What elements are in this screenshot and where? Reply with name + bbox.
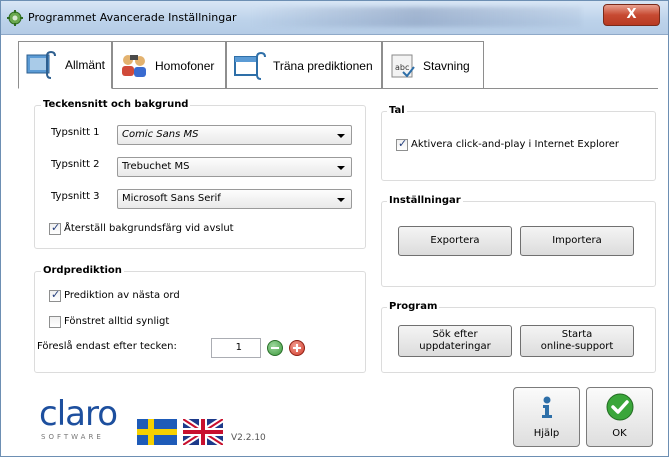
help-label: Hjälp [533, 428, 560, 439]
program-group-title: Program [387, 301, 440, 312]
claro-logo-sub: SOFTWARE [41, 433, 104, 441]
click-play-checkbox[interactable] [396, 137, 408, 151]
window-title: Programmet Avancerade Inställningar [28, 11, 237, 24]
click-play-label: Aktivera click-and-play i Internet Explo… [411, 139, 620, 150]
online-support-line1: Starta [561, 329, 593, 340]
help-button[interactable]: Hjälp [513, 387, 580, 447]
online-support-line2: online-support [540, 341, 614, 352]
svg-text:abc: abc [395, 63, 409, 72]
next-word-label: Prediktion av nästa ord [64, 290, 180, 301]
decrease-button[interactable] [267, 340, 283, 356]
next-word-checkbox[interactable] [49, 288, 61, 302]
swedish-flag-icon[interactable] [137, 419, 177, 445]
close-button[interactable]: X [603, 4, 660, 26]
reset-bg-label: Återställ bakgrundsfärg vid avslut [64, 223, 234, 234]
title-bar: Programmet Avancerade Inställningar X [1, 1, 668, 35]
checkmark-icon [606, 393, 634, 421]
suggest-after-input[interactable]: 1 [211, 338, 261, 358]
claro-logo: claro [39, 394, 118, 434]
font3-select[interactable]: Microsoft Sans Serif [117, 189, 352, 209]
settings-group-title: Inställningar [387, 195, 463, 206]
tal-group-title: Tal [387, 105, 407, 116]
check-updates-line1: Sök efter [432, 329, 478, 340]
export-button[interactable]: Exportera [398, 226, 512, 256]
tab-trana-prediktionen[interactable]: Träna prediktionen [226, 41, 382, 89]
minus-icon [271, 347, 279, 349]
check-updates-button[interactable]: Sök efter uppdateringar [398, 325, 512, 357]
chevron-down-icon [337, 198, 345, 202]
tab-label: Allmänt [65, 58, 106, 72]
app-gear-icon [7, 10, 23, 26]
prediction-group-title: Ordprediktion [41, 265, 124, 276]
always-visible-label: Fönstret alltid synligt [64, 316, 170, 327]
uk-flag-icon[interactable] [183, 419, 223, 445]
tab-label: Stavning [423, 58, 470, 73]
window-train-icon [234, 51, 266, 80]
tab-homofoner[interactable]: Homofoner [112, 41, 226, 89]
tab-label: Träna prediktionen [273, 58, 373, 73]
version-label: V2.2.10 [231, 433, 266, 443]
settings-window: Programmet Avancerade Inställningar X Al… [0, 0, 669, 457]
font1-value: Comic Sans MS [122, 129, 199, 140]
check-updates-line2: uppdateringar [419, 341, 491, 352]
font3-value: Microsoft Sans Serif [122, 193, 221, 204]
font3-label: Typsnitt 3 [51, 191, 100, 202]
online-support-button[interactable]: Starta online-support [520, 325, 634, 357]
always-visible-checkbox[interactable] [49, 316, 61, 328]
people-icon [122, 54, 146, 77]
settings-monitor-icon [26, 51, 56, 79]
ok-button[interactable]: OK [586, 387, 653, 447]
chevron-down-icon [337, 134, 345, 138]
font2-select[interactable]: Trebuchet MS [117, 157, 352, 177]
suggest-after-label: Föreslå endast efter tecken: [37, 341, 177, 352]
font2-value: Trebuchet MS [122, 161, 190, 172]
ok-label: OK [612, 428, 627, 439]
font1-select[interactable]: Comic Sans MS [117, 125, 352, 145]
fonts-group-title: Teckensnitt och bakgrund [41, 99, 191, 110]
reset-bg-checkbox[interactable] [49, 221, 61, 235]
plus-icon [293, 344, 301, 352]
abc-spelling-icon: abc [391, 54, 415, 78]
info-icon [542, 396, 552, 418]
import-button[interactable]: Importera [520, 226, 634, 256]
tab-stavning[interactable]: abc Stavning [382, 41, 484, 89]
font2-label: Typsnitt 2 [51, 159, 100, 170]
font1-label: Typsnitt 1 [51, 127, 100, 138]
suggest-after-value: 1 [235, 342, 242, 353]
blurred-background [251, 7, 581, 27]
increase-button[interactable] [289, 340, 305, 356]
tab-allmant[interactable]: Allmänt [18, 41, 112, 89]
chevron-down-icon [337, 166, 345, 170]
tab-label: Homofoner [155, 58, 215, 73]
